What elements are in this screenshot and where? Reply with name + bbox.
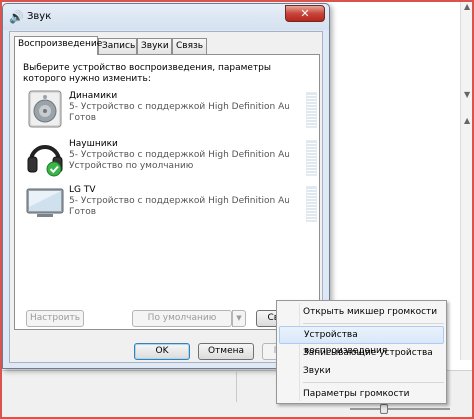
menu-separator — [303, 323, 444, 324]
level-meter — [306, 92, 317, 128]
scroll-up-icon-secondary[interactable]: ▲ — [464, 116, 470, 125]
device-item-speakers[interactable]: Динамики 5- Устройство с поддержкой High… — [23, 89, 293, 131]
set-default-dropdown-arrow[interactable]: ▼ — [232, 310, 246, 327]
speaker-icon — [28, 90, 62, 128]
configure-button[interactable]: Настроить — [26, 310, 84, 327]
sound-icon: 🔊 — [9, 10, 24, 24]
ok-button[interactable]: OK — [134, 343, 190, 360]
level-meter — [306, 186, 317, 222]
volume-context-menu: Открыть микшер громкости Устройства восп… — [276, 300, 447, 404]
set-default-button[interactable]: По умолчанию — [132, 310, 232, 327]
tab-playback[interactable]: Воспроизведение — [14, 36, 102, 55]
menu-item-recording-devices[interactable]: Записывающие устройства — [279, 344, 444, 362]
tab-sounds[interactable]: Звуки — [137, 38, 172, 54]
volume-slider-track — [350, 408, 450, 410]
device-status: Готов — [69, 113, 97, 123]
device-status: Готов — [69, 207, 97, 217]
volume-slider[interactable] — [350, 404, 460, 414]
dialog-title: Звук — [27, 11, 52, 22]
device-item-lg-tv[interactable]: LG TV 5- Устройство с поддержкой High De… — [23, 183, 293, 225]
device-item-headphones[interactable]: Наушники 5- Устройство с поддержкой High… — [23, 137, 293, 179]
menu-item-open-mixer[interactable]: Открыть микшер громкости — [279, 303, 444, 321]
volume-slider-thumb[interactable] — [380, 404, 388, 414]
device-description: 5- Устройство с поддержкой High Definiti… — [69, 196, 289, 206]
device-description: 5- Устройство с поддержкой High Definiti… — [69, 102, 289, 112]
playback-panel: Выберите устройство воспроизведения, пар… — [14, 54, 320, 330]
device-name: Наушники — [69, 139, 118, 149]
taskbar-divider — [236, 372, 237, 402]
title-bar[interactable]: 🔊 Звук ✕ — [3, 4, 329, 30]
device-description: 5- Устройство с поддержкой High Definiti… — [69, 150, 289, 160]
scroll-down-icon[interactable]: ▼ — [464, 90, 470, 99]
device-name: LG TV — [69, 185, 96, 195]
menu-separator — [303, 382, 444, 383]
menu-item-volume-settings[interactable]: Параметры громкости — [279, 385, 444, 403]
scroll-up-icon[interactable]: ▲ — [464, 2, 470, 11]
tv-icon — [26, 188, 64, 217]
background-scrollbar[interactable]: ▲ ▼ ▲ — [460, 0, 474, 360]
device-name: Динамики — [69, 91, 118, 101]
menu-item-playback-devices[interactable]: Устройства воспроизведения — [279, 326, 444, 356]
close-button[interactable]: ✕ — [285, 5, 325, 22]
level-meter — [306, 140, 317, 176]
headphones-icon — [27, 145, 63, 177]
menu-item-sounds[interactable]: Звуки — [279, 362, 444, 380]
device-list[interactable]: Динамики 5- Устройство с поддержкой High… — [23, 89, 317, 305]
tab-communications[interactable]: Связь — [172, 38, 207, 54]
instruction-text: Выберите устройство воспроизведения, пар… — [23, 63, 272, 84]
device-status: Устройство по умолчанию — [69, 161, 194, 171]
tab-recording[interactable]: Запись — [98, 38, 137, 54]
default-check-icon — [46, 161, 62, 177]
cancel-button[interactable]: Отмена — [198, 343, 254, 360]
